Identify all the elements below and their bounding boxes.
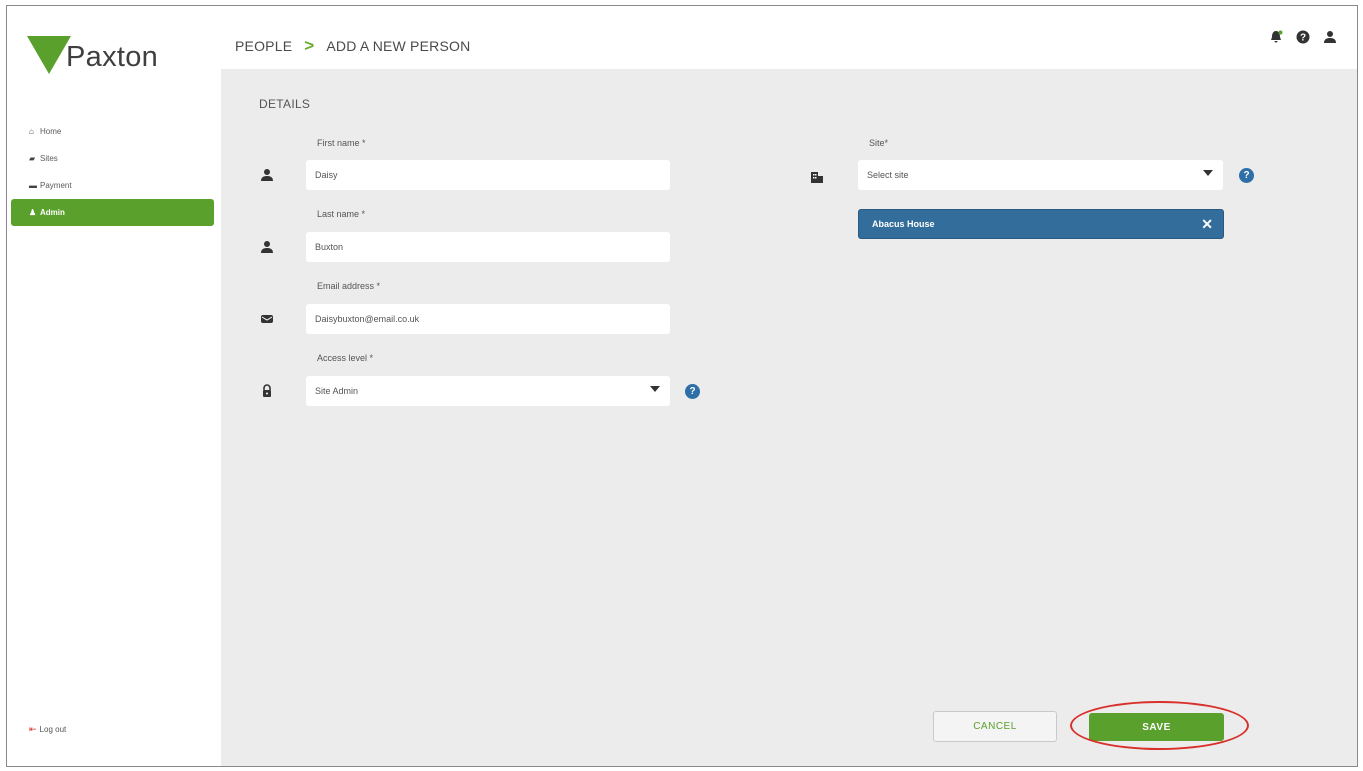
last-name-label: Last name * — [317, 209, 366, 219]
access-level-value: Site Admin — [315, 386, 359, 396]
site-label: Site* — [869, 138, 889, 148]
breadcrumb-parent[interactable]: PEOPLE — [235, 38, 292, 54]
building-icon — [806, 166, 828, 188]
home-icon: ⌂ — [29, 127, 34, 136]
first-name-label: First name * — [317, 138, 366, 148]
folder-icon: ▰ — [29, 154, 36, 163]
header-icons: ? — [1267, 28, 1339, 46]
sidebar-item-sites[interactable]: ▰ Sites — [7, 145, 221, 172]
access-level-label: Access level * — [317, 353, 374, 363]
save-highlight-circle — [1070, 701, 1249, 750]
help-icon[interactable]: ? — [1294, 28, 1312, 46]
paxton-logo[interactable]: Paxton — [25, 32, 158, 76]
header-bar: PEOPLE > ADD A NEW PERSON ? — [221, 6, 1357, 69]
svg-text:?: ? — [1300, 33, 1306, 44]
logo-text: Paxton — [66, 40, 159, 73]
sidebar: Paxton ⌂ Home ▰ Sites ▬ Payment ♟ Admin … — [7, 6, 221, 766]
chevron-down-icon — [1203, 170, 1213, 176]
chevron-down-icon — [650, 386, 660, 392]
app-window: Paxton ⌂ Home ▰ Sites ▬ Payment ♟ Admin … — [6, 5, 1358, 767]
last-name-input[interactable]: Buxton — [306, 232, 670, 262]
site-select[interactable]: Select site — [858, 160, 1223, 190]
sidebar-item-label: Payment — [40, 181, 72, 190]
breadcrumb-separator: > — [304, 36, 315, 55]
person-icon — [256, 236, 278, 258]
email-icon — [256, 308, 278, 330]
first-name-input[interactable]: Daisy — [306, 160, 670, 190]
email-label: Email address * — [317, 281, 381, 291]
email-input[interactable]: Daisybuxton@email.co.uk — [306, 304, 670, 334]
sidebar-item-label: Home — [40, 127, 62, 136]
person-icon: ♟ — [29, 208, 37, 217]
logout-icon: ⇤ — [29, 724, 37, 734]
cancel-button[interactable]: CANCEL — [933, 711, 1057, 742]
sidebar-item-label: Sites — [40, 154, 58, 163]
logout-link[interactable]: ⇤ Log out — [29, 724, 66, 735]
person-icon — [256, 164, 278, 186]
access-level-help-icon[interactable]: ? — [685, 384, 700, 399]
notification-icon[interactable] — [1267, 28, 1285, 46]
selected-site-label: Abacus House — [872, 219, 935, 229]
access-level-select[interactable]: Site Admin — [306, 376, 670, 406]
sidebar-item-payment[interactable]: ▬ Payment — [7, 172, 221, 199]
sidebar-item-label: Admin — [40, 208, 65, 217]
lock-icon — [256, 380, 278, 402]
card-icon: ▬ — [29, 181, 37, 190]
section-title-details: DETAILS — [259, 97, 311, 111]
site-placeholder: Select site — [867, 170, 909, 180]
sidebar-item-admin[interactable]: ♟ Admin — [11, 199, 214, 226]
user-icon[interactable] — [1321, 28, 1339, 46]
close-icon[interactable]: ✕ — [1201, 216, 1213, 233]
sidebar-item-home[interactable]: ⌂ Home — [7, 118, 221, 145]
site-help-icon[interactable]: ? — [1239, 168, 1254, 183]
logout-label: Log out — [39, 725, 67, 734]
breadcrumb: PEOPLE > ADD A NEW PERSON — [235, 36, 470, 56]
selected-site-tag: Abacus House ✕ — [858, 209, 1224, 239]
sidebar-nav: ⌂ Home ▰ Sites ▬ Payment ♟ Admin — [7, 118, 221, 226]
breadcrumb-current: ADD A NEW PERSON — [326, 38, 471, 54]
